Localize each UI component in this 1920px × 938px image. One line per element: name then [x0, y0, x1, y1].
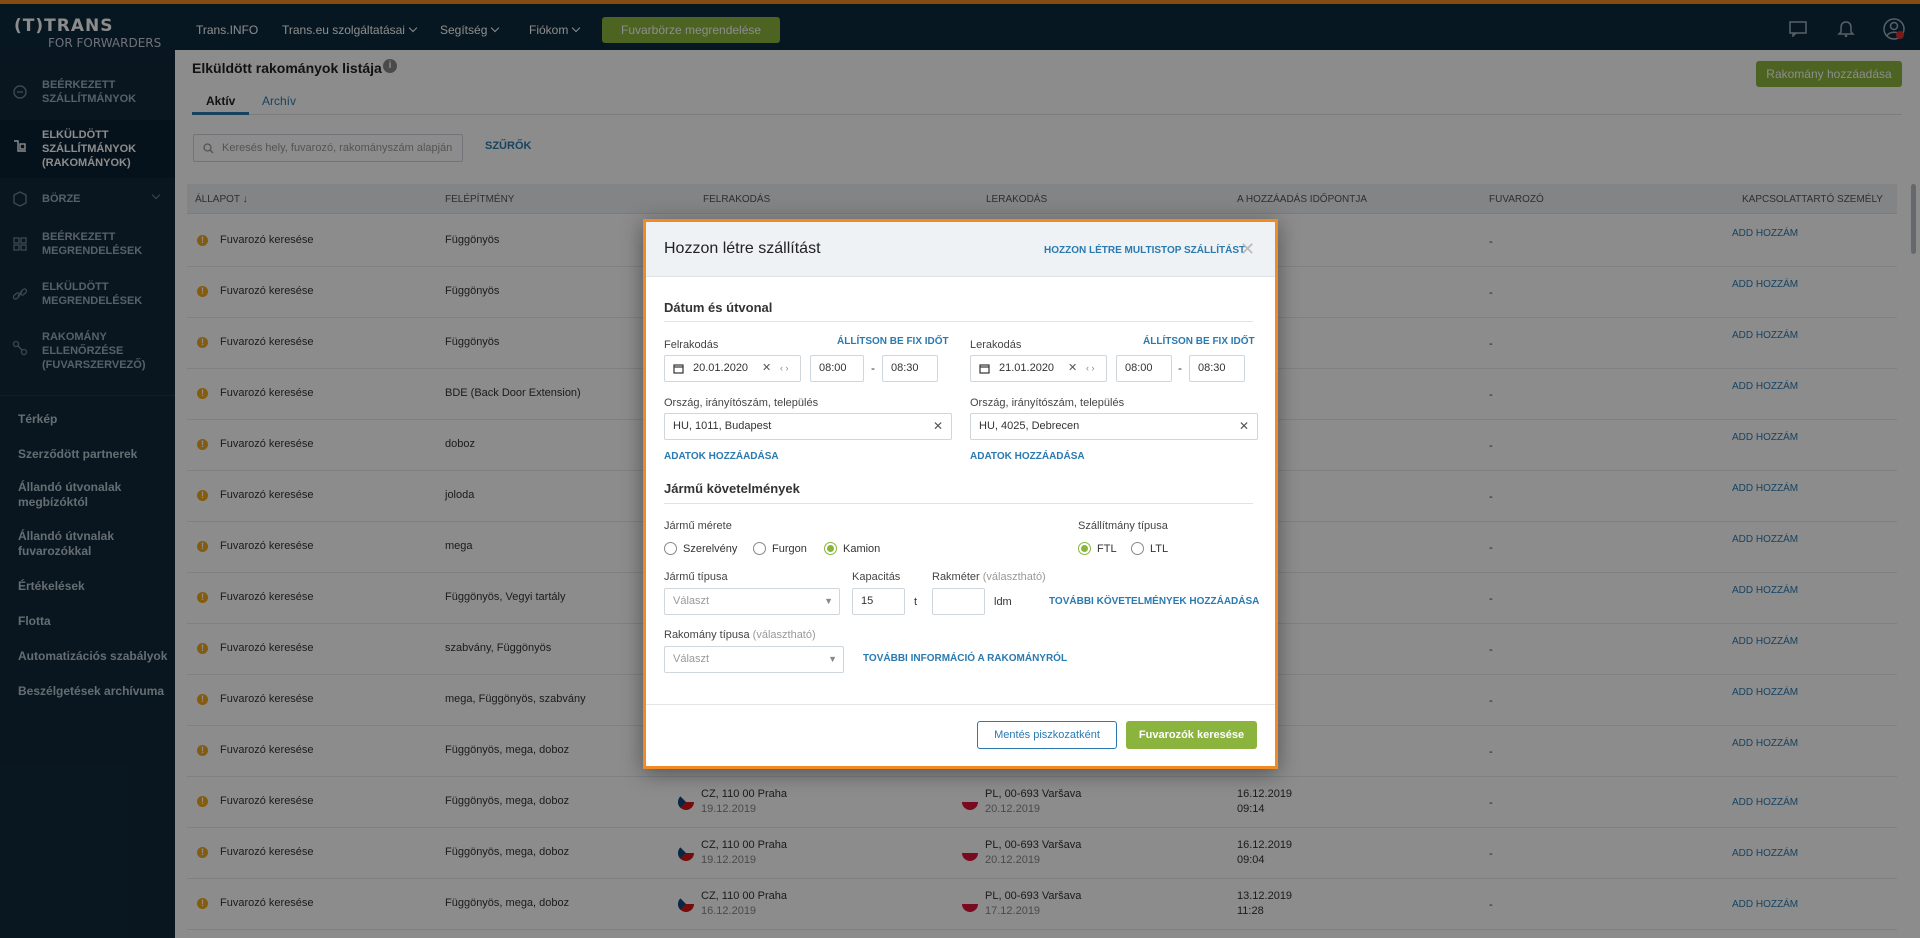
- save-draft-button[interactable]: Mentés piszkozatként: [977, 721, 1117, 749]
- cargo-type-select[interactable]: Választ ▼: [664, 646, 844, 673]
- ldm-label: Rakméter (választható): [932, 571, 1046, 583]
- load-place-input[interactable]: HU, 1011, Budapest ✕: [664, 413, 952, 440]
- radio-label: Kamion: [843, 543, 881, 555]
- close-icon[interactable]: ✕: [1240, 239, 1255, 260]
- unload-label: Lerakodás: [970, 339, 1022, 351]
- vehicle-size-radio-trailer[interactable]: Szerelvény: [664, 541, 737, 557]
- clear-icon[interactable]: ✕: [1239, 414, 1249, 439]
- caret-down-icon: ▼: [824, 596, 833, 606]
- more-requirements-link[interactable]: TOVÁBBI KÖVETELMÉNYEK HOZZÁADÁSA: [1049, 596, 1259, 607]
- section-route-title: Dátum és útvonal: [664, 300, 773, 315]
- modal-title: Hozzon létre szállítást: [664, 240, 821, 257]
- clear-icon[interactable]: ✕: [762, 356, 771, 381]
- radio-circle: [1131, 541, 1144, 555]
- prev-next-icon[interactable]: ‹ ›: [780, 356, 789, 381]
- unload-date-input[interactable]: 21.01.2020 ✕ ‹ ›: [970, 355, 1107, 382]
- time-separator: -: [871, 361, 875, 375]
- load-time-to-input[interactable]: 08:30: [882, 355, 938, 382]
- unload-place-value: HU, 4025, Debrecen: [979, 420, 1080, 432]
- capacity-input[interactable]: 15: [852, 588, 905, 615]
- radio-circle: [1078, 541, 1091, 555]
- radio-label: LTL: [1150, 543, 1169, 555]
- shipment-type-radio-ftl[interactable]: FTL: [1078, 541, 1117, 557]
- multistop-link[interactable]: HOZZON LÉTRE MULTISTOP SZÁLLÍTÁST: [1044, 245, 1245, 256]
- radio-label: FTL: [1097, 543, 1117, 555]
- ldm-unit: ldm: [994, 596, 1012, 608]
- caret-down-icon: ▼: [828, 654, 837, 664]
- search-carriers-button[interactable]: Fuvarozók keresése: [1126, 721, 1257, 749]
- cargo-type-placeholder: Választ: [673, 653, 710, 665]
- divider: [664, 503, 1253, 504]
- divider: [664, 321, 1253, 322]
- vehicle-type-placeholder: Választ: [673, 595, 710, 607]
- capacity-label: Kapacitás: [852, 571, 901, 583]
- optional-hint: (választható): [752, 629, 816, 641]
- create-shipment-modal: Hozzon létre szállítást HOZZON LÉTRE MUL…: [643, 219, 1278, 769]
- radio-circle: [753, 541, 766, 555]
- unload-place-input[interactable]: HU, 4025, Debrecen ✕: [970, 413, 1258, 440]
- capacity-unit: t: [914, 596, 918, 608]
- load-date-input[interactable]: 20.01.2020 ✕ ‹ ›: [664, 355, 801, 382]
- load-place-value: HU, 1011, Budapest: [673, 420, 772, 432]
- ldm-label-text: Rakméter: [932, 571, 980, 583]
- load-date-value: 20.01.2020: [693, 362, 749, 374]
- modal-header: Hozzon létre szállítást HOZZON LÉTRE MUL…: [646, 222, 1275, 277]
- unload-add-data-link[interactable]: ADATOK HOZZÁADÁSA: [970, 451, 1085, 462]
- calendar-icon: [979, 364, 990, 374]
- shipment-type-label: Szállítmány típusa: [1078, 520, 1168, 532]
- radio-circle: [664, 541, 677, 555]
- optional-hint: (választható): [982, 571, 1046, 583]
- cargo-type-label: Rakomány típusa (választható): [664, 629, 816, 641]
- ldm-input[interactable]: [932, 588, 985, 615]
- section-vehicle-title: Jármű követelmények: [664, 481, 800, 496]
- unload-fix-time-link[interactable]: ÁLLÍTSON BE FIX IDŐT: [1143, 336, 1255, 347]
- time-separator: -: [1178, 361, 1182, 375]
- radio-label: Furgon: [772, 543, 807, 555]
- calendar-icon: [673, 364, 684, 374]
- unload-time-from-input[interactable]: 08:00: [1116, 355, 1172, 382]
- prev-next-icon[interactable]: ‹ ›: [1086, 356, 1095, 381]
- unload-date-value: 21.01.2020: [999, 362, 1055, 374]
- vehicle-size-radio-truck[interactable]: Kamion: [824, 541, 880, 557]
- clear-icon[interactable]: ✕: [1068, 356, 1077, 381]
- shipment-type-radio-ltl[interactable]: LTL: [1131, 541, 1168, 557]
- cargo-type-label-text: Rakomány típusa: [664, 629, 750, 641]
- load-time-from-input[interactable]: 08:00: [810, 355, 864, 382]
- more-info-link[interactable]: TOVÁBBI INFORMÁCIÓ A RAKOMÁNYRÓL: [863, 653, 1067, 664]
- vehicle-size-label: Jármű mérete: [664, 520, 732, 532]
- load-fix-time-link[interactable]: ÁLLÍTSON BE FIX IDŐT: [837, 336, 949, 347]
- vehicle-type-label: Jármű típusa: [664, 571, 728, 583]
- radio-label: Szerelvény: [683, 543, 738, 555]
- radio-circle: [824, 541, 837, 555]
- load-label: Felrakodás: [664, 339, 719, 351]
- vehicle-type-select[interactable]: Választ ▼: [664, 588, 840, 615]
- load-add-data-link[interactable]: ADATOK HOZZÁADÁSA: [664, 451, 779, 462]
- vehicle-size-radio-van[interactable]: Furgon: [753, 541, 807, 557]
- modal-footer-divider: [646, 704, 1275, 705]
- load-place-label: Ország, irányítószám, település: [664, 397, 819, 409]
- unload-place-label: Ország, irányítószám, település: [970, 397, 1125, 409]
- clear-icon[interactable]: ✕: [933, 414, 943, 439]
- unload-time-to-input[interactable]: 08:30: [1189, 355, 1245, 382]
